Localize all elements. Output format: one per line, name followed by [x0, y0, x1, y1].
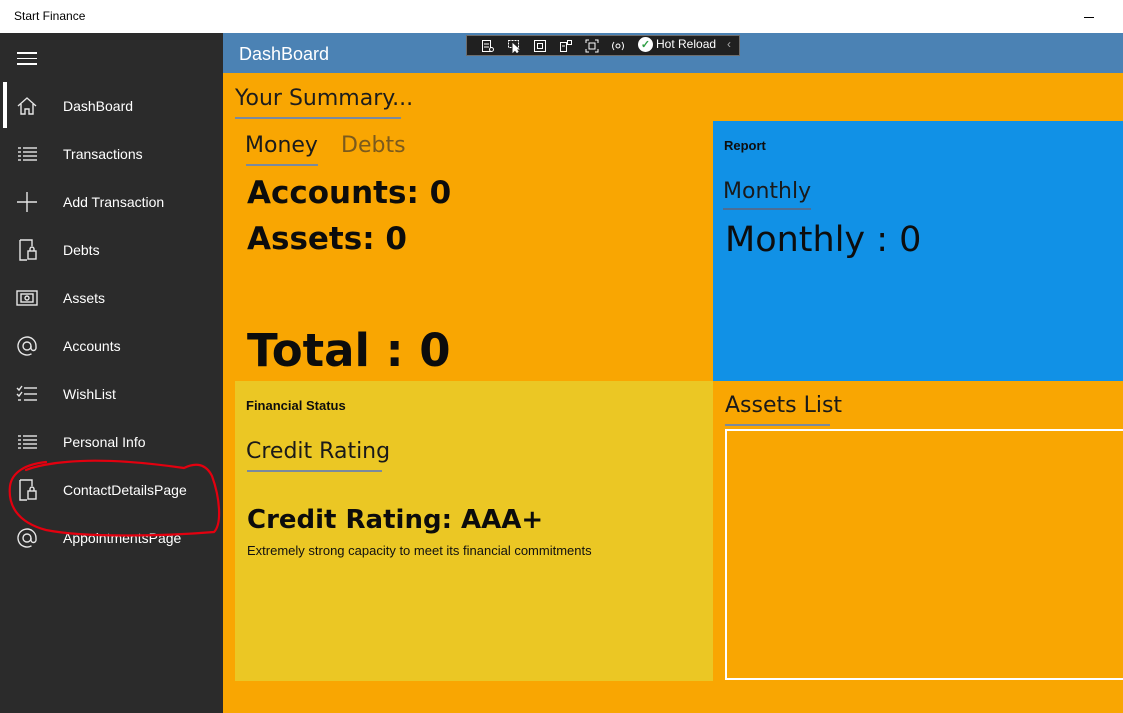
sidebar-item-wishlist[interactable]: WishList: [0, 370, 223, 418]
hamburger-menu-icon[interactable]: [17, 52, 37, 65]
assets-list-title: Assets List: [725, 393, 843, 418]
assets-list-box[interactable]: [725, 429, 1123, 680]
tab-monthly-underline: [723, 208, 811, 210]
lock-page-icon: [15, 239, 39, 261]
minimize-icon: [1084, 17, 1094, 18]
tab-money-underline: [246, 164, 318, 166]
plus-icon: [15, 191, 39, 213]
display-layout-adorners-icon[interactable]: [533, 39, 547, 53]
at-sign-icon: [15, 527, 39, 549]
summary-title-underline: [235, 117, 401, 119]
sidebar-item-accounts[interactable]: Accounts: [0, 322, 223, 370]
accounts-count: Accounts: 0: [247, 175, 452, 211]
select-element-icon[interactable]: [507, 39, 521, 54]
sidebar-item-assets[interactable]: Assets: [0, 274, 223, 322]
report-heading: Report: [724, 138, 766, 153]
photo-frame-icon: [15, 287, 39, 309]
tab-money[interactable]: Money: [245, 133, 318, 158]
assets-count: Assets: 0: [247, 221, 407, 257]
credit-rating-description: Extremely strong capacity to meet its fi…: [247, 543, 592, 558]
sidebar-item-transactions[interactable]: Transactions: [0, 130, 223, 178]
sidebar-item-label: ContactDetailsPage: [63, 482, 187, 498]
sidebar-item-contactdetailspage[interactable]: ContactDetailsPage: [0, 466, 223, 514]
sidebar-item-label: Transactions: [63, 146, 143, 162]
sidebar-item-debts[interactable]: Debts: [0, 226, 223, 274]
hot-reload-status-icon: ✓: [638, 37, 653, 52]
window-titlebar: [0, 0, 1123, 33]
at-sign-icon: [15, 335, 39, 357]
collapse-toolbar-chevron-icon[interactable]: ‹: [727, 37, 731, 51]
list-icon: [15, 431, 39, 453]
window-title: Start Finance: [14, 9, 86, 23]
hot-reload-label[interactable]: Hot Reload: [656, 37, 716, 51]
sidebar-item-dashboard[interactable]: DashBoard: [0, 82, 223, 130]
sidebar-item-label: Personal Info: [63, 434, 146, 450]
summary-title: Your Summary...: [235, 86, 414, 111]
minimize-button[interactable]: [1066, 0, 1112, 33]
page-title: DashBoard: [239, 44, 330, 64]
sidebar-item-personal-info[interactable]: Personal Info: [0, 418, 223, 466]
tab-debts[interactable]: Debts: [341, 133, 406, 158]
lock-page-icon: [15, 479, 39, 501]
financial-status-heading: Financial Status: [246, 398, 346, 413]
tab-monthly[interactable]: Monthly: [723, 179, 811, 204]
tab-credit-rating-underline: [247, 470, 382, 472]
sidebar-item-label: Debts: [63, 242, 100, 258]
checklist-icon: [15, 383, 39, 405]
total-value: Total : 0: [247, 324, 451, 377]
sidebar-item-appointmentspage[interactable]: AppointmentsPage: [0, 514, 223, 562]
display-element-bounds-icon[interactable]: [585, 39, 599, 53]
sidebar-item-label: AppointmentsPage: [63, 530, 182, 546]
live-visual-tree-icon[interactable]: [481, 39, 495, 53]
sidebar-item-label: WishList: [63, 386, 116, 402]
sidebar-item-label: DashBoard: [63, 98, 134, 114]
list-icon: [15, 143, 39, 165]
home-icon: [15, 95, 39, 117]
sidebar-item-label: Assets: [63, 290, 106, 306]
track-focus-icon[interactable]: [559, 39, 573, 53]
binding-failures-icon[interactable]: [611, 39, 625, 53]
sidebar-item-label: Add Transaction: [63, 194, 165, 210]
sidebar-item-add-transaction[interactable]: Add Transaction: [0, 178, 223, 226]
assets-list-title-underline: [725, 424, 830, 426]
credit-rating-value: Credit Rating: AAA+: [247, 505, 544, 535]
monthly-value: Monthly : 0: [725, 220, 922, 260]
sidebar-item-label: Accounts: [63, 338, 121, 354]
tab-credit-rating[interactable]: Credit Rating: [246, 439, 390, 464]
